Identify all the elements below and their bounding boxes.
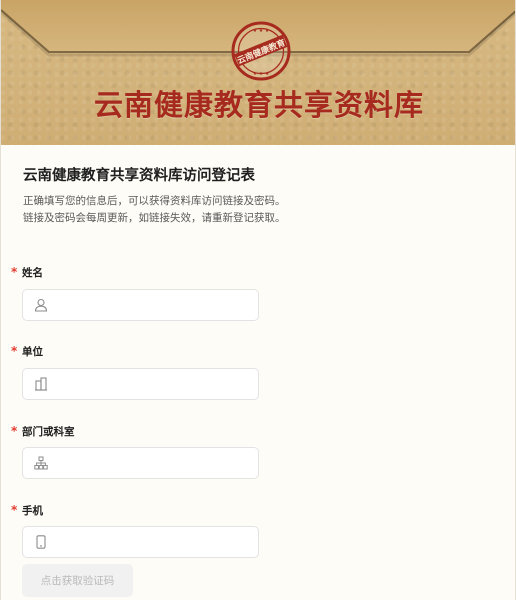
building-icon bbox=[35, 377, 47, 391]
form-description-line-2: 链接及密码会每周更新，如链接失效，请重新登记获取。 bbox=[23, 212, 286, 224]
svg-text:★ ★ ★: ★ ★ ★ bbox=[253, 71, 270, 77]
phone-icon bbox=[36, 535, 46, 549]
required-asterisk: * bbox=[11, 344, 18, 358]
form-description: 正确填写您的信息后，可以获得资料库访问链接及密码。 链接及密码会每周更新，如链接… bbox=[23, 193, 493, 227]
field-label-phone: 手机 bbox=[22, 505, 43, 517]
department-input[interactable] bbox=[57, 448, 252, 478]
organization-input[interactable] bbox=[57, 369, 252, 399]
name-field[interactable] bbox=[22, 289, 259, 321]
phone-input[interactable] bbox=[57, 527, 252, 557]
svg-text:★ ★ ★: ★ ★ ★ bbox=[253, 28, 270, 34]
department-field[interactable] bbox=[22, 447, 259, 479]
organization-field[interactable] bbox=[22, 368, 259, 400]
get-verification-code-button[interactable]: 点击获取验证码 bbox=[22, 564, 133, 597]
seal-stamp: 云南健康教育 ★ ★ ★ ★ ★ ★ bbox=[231, 21, 291, 81]
field-label-organization: 单位 bbox=[22, 346, 43, 358]
field-label-department: 部门或科室 bbox=[22, 426, 75, 438]
name-input[interactable] bbox=[57, 290, 252, 320]
form-title: 云南健康教育共享资料库访问登记表 bbox=[23, 168, 255, 184]
user-icon bbox=[34, 298, 48, 312]
header-banner: 云南健康教育 ★ ★ ★ ★ ★ ★ 云南健康教育共享资料库 bbox=[1, 0, 515, 145]
required-asterisk: * bbox=[11, 424, 18, 438]
page: 云南健康教育 ★ ★ ★ ★ ★ ★ 云南健康教育共享资料库 云南健康教育共享资… bbox=[0, 0, 516, 600]
required-asterisk: * bbox=[11, 503, 18, 517]
phone-field[interactable] bbox=[22, 526, 259, 558]
org-chart-icon bbox=[34, 456, 48, 470]
field-label-name: 姓名 bbox=[22, 267, 43, 279]
required-asterisk: * bbox=[11, 265, 18, 279]
form-description-line-1: 正确填写您的信息后，可以获得资料库访问链接及密码。 bbox=[23, 195, 286, 207]
banner-title: 云南健康教育共享资料库 bbox=[93, 88, 424, 122]
